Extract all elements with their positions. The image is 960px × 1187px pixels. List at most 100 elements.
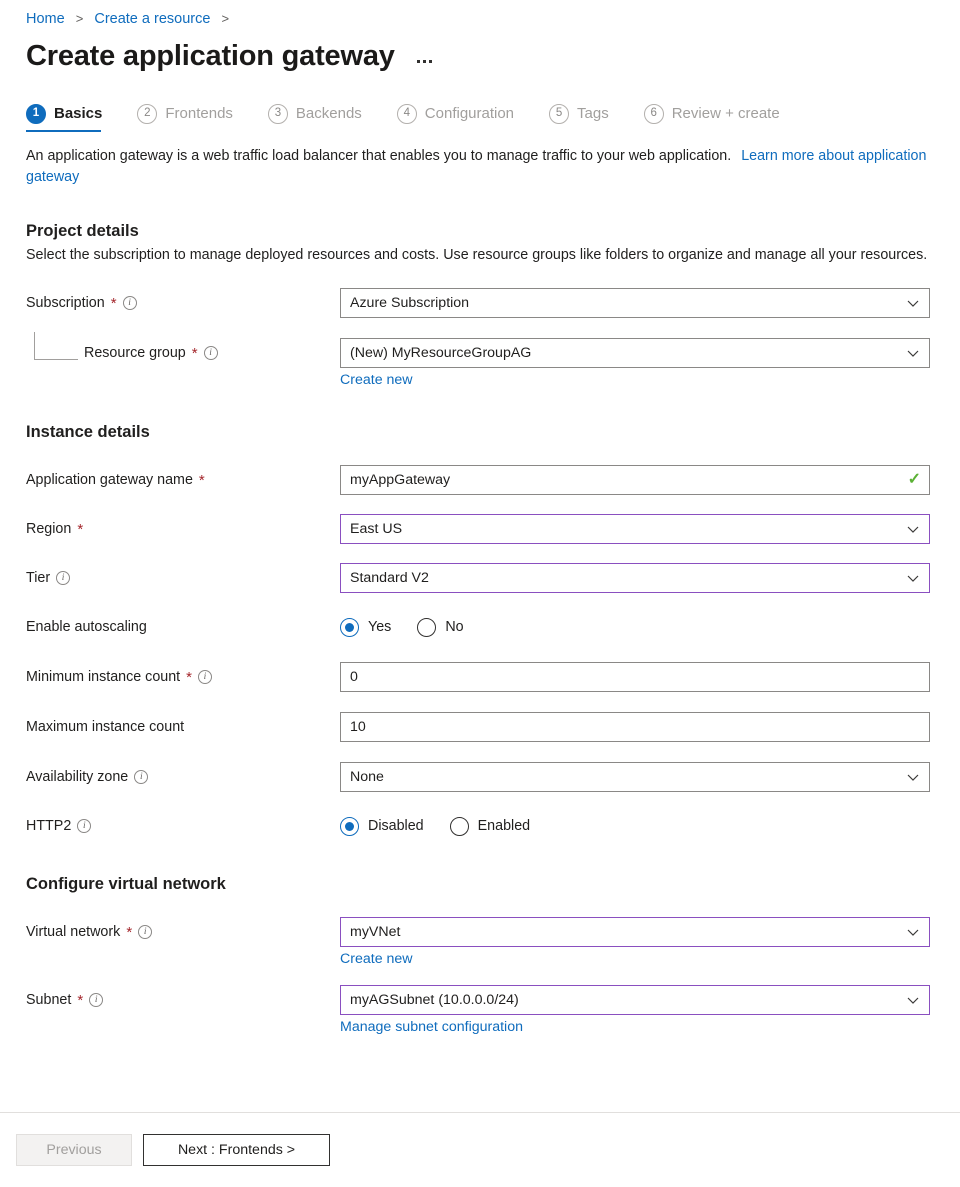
virtual-network-value: myVNet (350, 924, 905, 940)
tab-frontends-label: Frontends (165, 105, 233, 122)
autoscaling-radio-yes[interactable]: Yes (340, 618, 391, 637)
http2-control: Disabled Enabled (340, 811, 934, 841)
required-asterisk: * (186, 670, 192, 685)
http2-radio-disabled[interactable]: Disabled (340, 817, 424, 836)
autoscaling-control: Yes No (340, 612, 934, 642)
info-icon[interactable]: i (138, 925, 152, 939)
resource-group-select[interactable]: (New) MyResourceGroupAG (340, 338, 930, 368)
subscription-control: Azure Subscription (340, 288, 934, 318)
breadcrumb-home[interactable]: Home (26, 11, 65, 27)
previous-button[interactable]: Previous (16, 1134, 132, 1166)
resource-group-create-new-link[interactable]: Create new (340, 372, 413, 388)
gateway-name-row: Application gateway name * myAppGateway … (26, 465, 934, 495)
virtual-network-select[interactable]: myVNet (340, 917, 930, 947)
max-instance-label: Maximum instance count (26, 719, 184, 735)
tab-backends-label: Backends (296, 105, 362, 122)
tier-select[interactable]: Standard V2 (340, 563, 930, 593)
tier-control: Standard V2 (340, 563, 934, 593)
ellipsis-dot-1 (417, 60, 420, 63)
more-options-icon[interactable] (417, 60, 432, 63)
info-icon[interactable]: i (89, 993, 103, 1007)
virtual-network-control: myVNet Create new (340, 917, 934, 968)
wizard-tabs: 1 Basics 2 Frontends 3 Backends 4 Config… (26, 100, 934, 142)
min-instance-control: 0 (340, 662, 934, 692)
tab-configuration[interactable]: 4 Configuration (397, 100, 531, 138)
next-frontends-button[interactable]: Next : Frontends > (143, 1134, 330, 1166)
instance-details-heading: Instance details (26, 423, 934, 442)
chevron-down-icon (905, 295, 921, 311)
required-asterisk: * (192, 346, 198, 361)
required-asterisk: * (111, 296, 117, 311)
autoscaling-label: Enable autoscaling (26, 619, 147, 635)
subnet-row: Subnet * i myAGSubnet (10.0.0.0/24) Mana… (26, 985, 934, 1036)
region-label-group: Region * (26, 514, 340, 544)
required-asterisk: * (126, 925, 132, 940)
resource-group-row: Resource group * i (New) MyResourceGroup… (26, 338, 934, 389)
tab-tags-number: 5 (549, 104, 569, 124)
min-instance-row: Minimum instance count * i 0 (26, 662, 934, 692)
info-icon[interactable]: i (123, 296, 137, 310)
subscription-select[interactable]: Azure Subscription (340, 288, 930, 318)
breadcrumb-separator-icon: > (76, 11, 84, 26)
tier-label: Tier (26, 570, 50, 586)
chevron-down-icon (905, 570, 921, 586)
http2-radio-group: Disabled Enabled (340, 811, 934, 841)
info-icon[interactable]: i (134, 770, 148, 784)
subnet-control: myAGSubnet (10.0.0.0/24) Manage subnet c… (340, 985, 934, 1036)
breadcrumb-create-a-resource[interactable]: Create a resource (94, 11, 210, 27)
availability-zone-label: Availability zone (26, 769, 128, 785)
info-icon[interactable]: i (56, 571, 70, 585)
project-details-description: Select the subscription to manage deploy… (26, 245, 931, 266)
chevron-down-icon (905, 992, 921, 1008)
project-details-heading: Project details (26, 222, 934, 241)
tab-basics-label: Basics (54, 105, 102, 122)
max-instance-value: 10 (350, 719, 921, 735)
breadcrumb-separator-icon-2: > (221, 11, 229, 26)
tab-basics[interactable]: 1 Basics (26, 100, 119, 138)
info-icon[interactable]: i (198, 670, 212, 684)
subscription-row: Subscription * i Azure Subscription (26, 288, 934, 318)
gateway-name-value: myAppGateway (350, 472, 908, 488)
info-icon[interactable]: i (77, 819, 91, 833)
virtual-network-create-new-link[interactable]: Create new (340, 951, 413, 967)
subnet-label-group: Subnet * i (26, 985, 340, 1015)
autoscaling-radio-no[interactable]: No (417, 618, 463, 637)
tab-backends[interactable]: 3 Backends (268, 100, 379, 138)
tab-frontends-number: 2 (137, 104, 157, 124)
max-instance-control: 10 (340, 712, 934, 742)
tab-review-create[interactable]: 6 Review + create (644, 100, 797, 138)
intro-text: An application gateway is a web traffic … (26, 146, 931, 188)
tier-label-group: Tier i (26, 563, 340, 593)
tab-configuration-number: 4 (397, 104, 417, 124)
radio-dot-icon (450, 817, 469, 836)
http2-radio-enabled[interactable]: Enabled (450, 817, 530, 836)
virtual-network-heading: Configure virtual network (26, 875, 934, 894)
region-select[interactable]: East US (340, 514, 930, 544)
http2-label: HTTP2 (26, 818, 71, 834)
region-row: Region * East US (26, 514, 934, 544)
manage-subnet-configuration-link[interactable]: Manage subnet configuration (340, 1019, 523, 1035)
availability-zone-select[interactable]: None (340, 762, 930, 792)
subnet-select[interactable]: myAGSubnet (10.0.0.0/24) (340, 985, 930, 1015)
availability-zone-label-group: Availability zone i (26, 762, 340, 792)
availability-zone-row: Availability zone i None (26, 762, 934, 792)
resource-group-label: Resource group (84, 345, 186, 361)
region-control: East US (340, 514, 934, 544)
info-icon[interactable]: i (204, 346, 218, 360)
autoscaling-no-label: No (445, 619, 463, 635)
min-instance-label: Minimum instance count (26, 669, 180, 685)
max-instance-row: Maximum instance count 10 (26, 712, 934, 742)
region-value: East US (350, 521, 905, 537)
gateway-name-input[interactable]: myAppGateway ✓ (340, 465, 930, 495)
max-instance-input[interactable]: 10 (340, 712, 930, 742)
virtual-network-label-group: Virtual network * i (26, 917, 340, 947)
tab-tags[interactable]: 5 Tags (549, 100, 626, 138)
tab-frontends[interactable]: 2 Frontends (137, 100, 250, 138)
autoscaling-yes-label: Yes (368, 619, 391, 635)
radio-dot-icon (417, 618, 436, 637)
autoscaling-radio-group: Yes No (340, 612, 934, 642)
resource-group-label-group: Resource group * i (26, 338, 340, 368)
wizard-footer: Previous Next : Frontends > (0, 1113, 960, 1187)
min-instance-input[interactable]: 0 (340, 662, 930, 692)
gateway-name-label: Application gateway name (26, 472, 193, 488)
